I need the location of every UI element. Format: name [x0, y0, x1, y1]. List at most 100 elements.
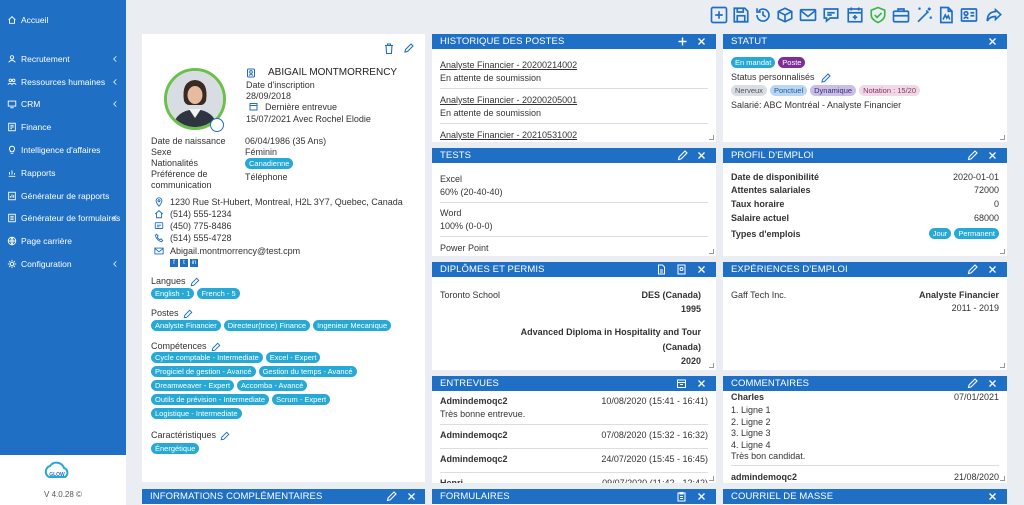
- inscription-date: 28/09/2018: [246, 91, 292, 101]
- sidebar-item-generateur-de-rapports[interactable]: Générateur de rapports: [0, 186, 126, 206]
- pencil-icon[interactable]: [190, 277, 200, 287]
- resize-handle[interactable]: [709, 249, 714, 254]
- job-type-tag[interactable]: Jour: [928, 228, 952, 239]
- skill-tag[interactable]: Outils de prévision - Intermediate: [151, 394, 270, 405]
- profil-value: 0: [993, 199, 999, 209]
- comment-line: Très bon candidat.: [731, 451, 806, 461]
- skill-tag[interactable]: Accomba - Avancé: [237, 380, 308, 391]
- plus-icon[interactable]: [677, 36, 688, 47]
- certificate-icon[interactable]: [676, 264, 687, 275]
- close-icon[interactable]: [987, 36, 998, 47]
- pdf-icon[interactable]: [937, 6, 955, 24]
- close-icon[interactable]: [696, 491, 707, 502]
- chevron-left-icon: [111, 77, 119, 87]
- resize-handle[interactable]: [709, 363, 714, 368]
- clipboard-icon[interactable]: [676, 491, 687, 502]
- skill-tag[interactable]: Progiciel de gestion - Avancé: [151, 366, 256, 377]
- sidebar-item-page-carriere[interactable]: Page carrière: [0, 231, 126, 251]
- custom-tag[interactable]: Notation : 15/20: [859, 85, 921, 96]
- historique-entry-link[interactable]: Analyste Financier - 20200205001: [440, 95, 577, 105]
- pencil-icon[interactable]: [821, 72, 831, 83]
- skill-tag[interactable]: English - 1: [151, 288, 195, 299]
- sidebar-item-recrutement[interactable]: Recrutement: [0, 49, 126, 69]
- pencil-icon[interactable]: [386, 491, 397, 502]
- close-icon[interactable]: [696, 36, 707, 47]
- sidebar-item-finance[interactable]: Finance: [0, 117, 126, 137]
- comment-icon[interactable]: [822, 6, 840, 24]
- skill-tag[interactable]: Logistique - Intermediate: [151, 408, 242, 419]
- close-icon[interactable]: [987, 491, 998, 502]
- skill-tag[interactable]: Excel - Expert: [265, 352, 321, 363]
- resize-handle[interactable]: [1000, 363, 1005, 368]
- skill-tag[interactable]: Dreamweaver - Expert: [151, 380, 235, 391]
- skill-tag[interactable]: Cycle comptable - Intermediate: [151, 352, 263, 363]
- sidebar-item-intelligence-d-affaires[interactable]: Intelligence d'affaires: [0, 140, 126, 160]
- pencil-icon[interactable]: [220, 431, 230, 441]
- linkedin-icon[interactable]: in: [190, 259, 198, 267]
- edit-profile-icon[interactable]: [404, 43, 414, 53]
- resize-handle[interactable]: [709, 135, 714, 140]
- avatar-badge: [210, 118, 224, 132]
- pencil-icon[interactable]: [967, 264, 978, 275]
- sidebar-item-rapports[interactable]: Rapports: [0, 163, 126, 183]
- custom-tag[interactable]: Nerveux: [731, 85, 767, 96]
- skill-tag[interactable]: Scrum - Expert: [272, 394, 331, 405]
- custom-tag[interactable]: Ponctuel: [769, 85, 808, 96]
- close-icon[interactable]: [696, 264, 707, 275]
- close-icon[interactable]: [406, 491, 417, 502]
- twitter-icon[interactable]: t: [180, 259, 188, 267]
- document-icon[interactable]: [656, 264, 667, 275]
- skill-tag[interactable]: Ingenieur Mecanique: [313, 320, 392, 331]
- nationality-tag[interactable]: Canadienne: [245, 158, 294, 169]
- hr-icon: [7, 77, 17, 87]
- skill-tag[interactable]: Énergétique: [151, 443, 200, 454]
- share-icon[interactable]: [985, 6, 1003, 24]
- add-icon[interactable]: [710, 6, 728, 24]
- briefcase-icon[interactable]: [892, 6, 910, 24]
- close-icon[interactable]: [696, 378, 707, 389]
- historique-entry-link[interactable]: Analyste Financier - 20210531002: [440, 130, 577, 140]
- sidebar-item-accueil[interactable]: Accueil: [0, 10, 126, 30]
- skill-tag[interactable]: Directeur(trice) Finance: [223, 320, 311, 331]
- trash-icon[interactable]: [384, 43, 394, 54]
- statut-header: STATUT: [723, 34, 1007, 49]
- resize-handle[interactable]: [1000, 135, 1005, 140]
- calendar-icon[interactable]: [676, 378, 687, 389]
- skill-tag[interactable]: Analyste Financier: [151, 320, 221, 331]
- contact-value[interactable]: Abigail.montmorrency@test.cpm: [170, 246, 300, 256]
- resize-handle[interactable]: [1000, 249, 1005, 254]
- close-icon[interactable]: [696, 150, 707, 161]
- pencil-icon[interactable]: [677, 150, 688, 161]
- mail-icon[interactable]: [799, 6, 817, 24]
- id-card-icon[interactable]: [960, 6, 978, 24]
- sidebar-item-ressources-humaines[interactable]: Ressources humaines: [0, 72, 126, 92]
- magic-wand-icon[interactable]: [915, 6, 933, 24]
- skill-tag[interactable]: Gestion du temps - Avancé: [258, 366, 357, 377]
- facebook-icon[interactable]: f: [170, 259, 178, 267]
- pencil-icon[interactable]: [183, 309, 193, 319]
- close-icon[interactable]: [987, 150, 998, 161]
- profil-header: PROFIL D'EMPLOI: [723, 148, 1007, 163]
- skill-tag[interactable]: French - 5: [197, 288, 240, 299]
- historique-entry-link[interactable]: Analyste Financier - 20200214002: [440, 60, 577, 70]
- experiences-body: Gaff Tech Inc. Analyste Financier 2011 -…: [723, 277, 1007, 370]
- package-icon[interactable]: [776, 6, 794, 24]
- job-type-tag[interactable]: Permanent: [954, 228, 999, 239]
- close-icon[interactable]: [987, 378, 998, 389]
- sidebar-item-crm[interactable]: CRM: [0, 94, 126, 114]
- resize-handle[interactable]: [709, 476, 714, 481]
- pencil-icon[interactable]: [967, 378, 978, 389]
- pencil-icon[interactable]: [967, 150, 978, 161]
- sidebar-item-generateur-de-formulaires[interactable]: Générateur de formulaires: [0, 208, 126, 228]
- sidebar-item-configuration[interactable]: Configuration: [0, 254, 126, 274]
- history-icon[interactable]: [754, 6, 772, 24]
- calendar-add-icon[interactable]: [846, 6, 864, 24]
- shield-check-icon[interactable]: [869, 6, 887, 24]
- close-icon[interactable]: [987, 264, 998, 275]
- save-icon[interactable]: [732, 6, 750, 24]
- status-tag-poste[interactable]: Poste: [778, 57, 806, 68]
- resize-handle[interactable]: [1000, 476, 1005, 481]
- custom-tag[interactable]: Dynamique: [810, 85, 857, 96]
- status-tag-mandat[interactable]: En mandat: [731, 57, 776, 68]
- pencil-icon[interactable]: [211, 342, 221, 352]
